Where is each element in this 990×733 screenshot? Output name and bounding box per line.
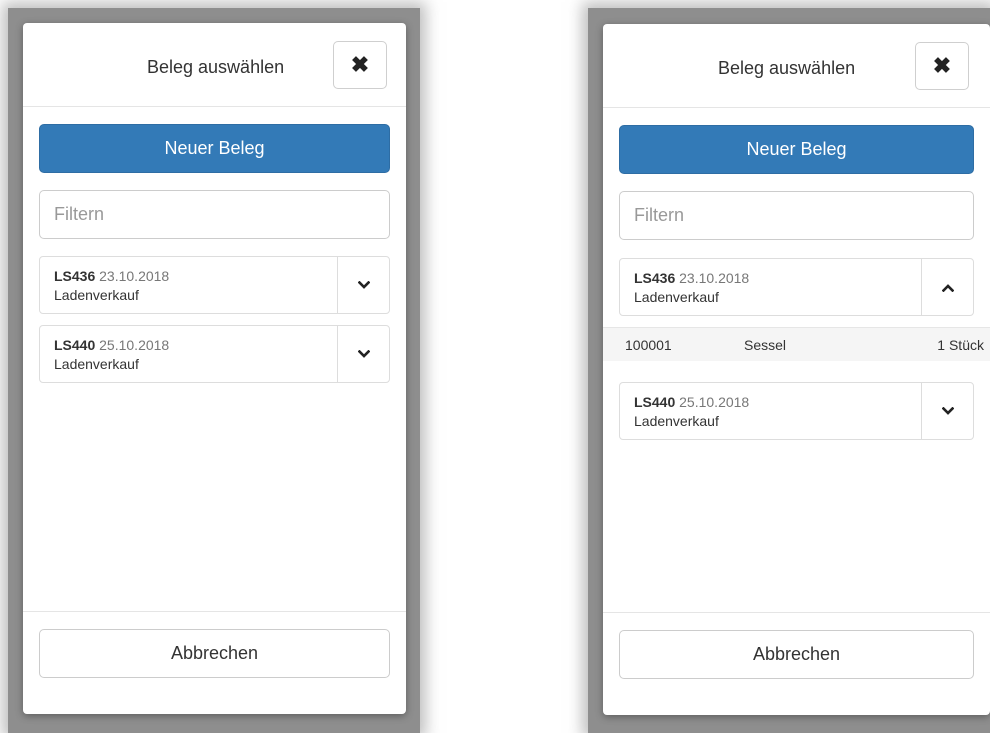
modal-footer: Abbrechen: [23, 611, 406, 714]
document-date: 25.10.2018: [679, 394, 750, 410]
document-line-row[interactable]: 100001 Sessel 1 Stück: [603, 327, 990, 361]
line-quantity: 1 Stück: [937, 337, 984, 353]
document-date: 23.10.2018: [99, 268, 170, 284]
document-select-modal-left: Beleg auswählen ✖ Neuer Beleg LS436 23.1…: [23, 23, 406, 714]
document-type: Ladenverkauf: [634, 413, 719, 429]
close-button[interactable]: ✖: [915, 42, 969, 90]
document-info: LS440 25.10.2018 Ladenverkauf: [54, 336, 169, 374]
cancel-button[interactable]: Abbrechen: [39, 629, 390, 678]
modal-header: Beleg auswählen ✖: [23, 23, 406, 107]
modal-title: Beleg auswählen: [147, 57, 285, 77]
new-document-button[interactable]: Neuer Beleg: [39, 124, 390, 173]
document-number: LS436: [634, 270, 676, 286]
filter-input[interactable]: [619, 191, 974, 240]
document-item[interactable]: LS440 25.10.2018 Ladenverkauf: [619, 382, 974, 440]
collapse-button[interactable]: [921, 259, 973, 315]
line-article-number: 100001: [625, 337, 672, 353]
close-button[interactable]: ✖: [333, 41, 387, 89]
modal-header: Beleg auswählen ✖: [603, 24, 990, 108]
document-item[interactable]: LS436 23.10.2018 Ladenverkauf: [39, 256, 390, 314]
document-info: LS436 23.10.2018 Ladenverkauf: [634, 269, 749, 307]
document-date: 23.10.2018: [679, 270, 750, 286]
document-number: LS440: [54, 337, 96, 353]
chevron-up-icon: [941, 283, 954, 292]
chevron-down-icon: [941, 406, 954, 415]
document-number: LS440: [634, 394, 676, 410]
document-type: Ladenverkauf: [54, 356, 139, 372]
expand-button[interactable]: [337, 326, 389, 382]
close-x-icon: ✖: [932, 53, 952, 78]
document-type: Ladenverkauf: [54, 287, 139, 303]
modal-title: Beleg auswählen: [718, 58, 856, 78]
new-document-button[interactable]: Neuer Beleg: [619, 125, 974, 174]
document-info: LS436 23.10.2018 Ladenverkauf: [54, 267, 169, 305]
expand-button[interactable]: [921, 383, 973, 439]
document-date: 25.10.2018: [99, 337, 170, 353]
cancel-button[interactable]: Abbrechen: [619, 630, 974, 679]
document-item[interactable]: LS436 23.10.2018 Ladenverkauf: [619, 258, 974, 316]
chevron-down-icon: [357, 280, 370, 289]
expand-button[interactable]: [337, 257, 389, 313]
document-number: LS436: [54, 268, 96, 284]
line-article-name: Sessel: [744, 337, 787, 353]
document-select-modal-right: Beleg auswählen ✖ Neuer Beleg LS436 23.1…: [603, 24, 990, 715]
document-info: LS440 25.10.2018 Ladenverkauf: [634, 393, 749, 431]
filter-input[interactable]: [39, 190, 390, 239]
document-type: Ladenverkauf: [634, 289, 719, 305]
chevron-down-icon: [357, 349, 370, 358]
modal-footer: Abbrechen: [603, 612, 990, 715]
document-item[interactable]: LS440 25.10.2018 Ladenverkauf: [39, 325, 390, 383]
close-x-icon: ✖: [350, 52, 370, 77]
